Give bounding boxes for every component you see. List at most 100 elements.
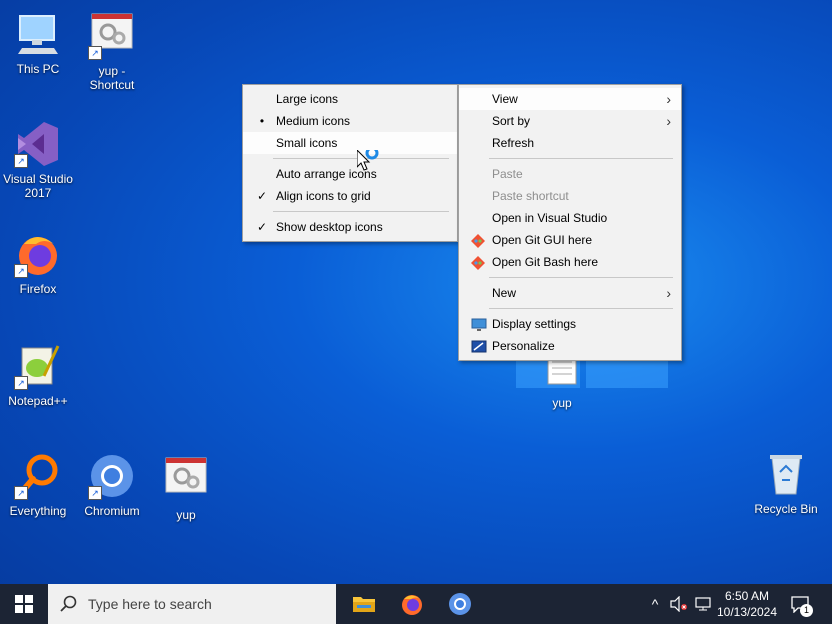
menu-separator [489, 308, 673, 309]
menu-separator [489, 158, 673, 159]
desktop-icon-label: 2017 [24, 186, 52, 200]
desktop-icon-label: Notepad++ [8, 394, 68, 408]
desktop-icon-notepadpp[interactable]: ↗ Notepad++ [0, 342, 76, 408]
desktop-icon-firefox[interactable]: ↗ Firefox [0, 230, 76, 296]
menu-item-small-icons[interactable]: Small icons [243, 132, 457, 154]
menu-item-label: Paste shortcut [492, 189, 569, 203]
shortcut-arrow-icon: ↗ [14, 486, 28, 500]
mouse-pointer-icon [356, 146, 387, 174]
menu-item-label: Large icons [276, 92, 339, 106]
menu-item-label: View [492, 92, 518, 106]
desktop-icon-label: Recycle Bin [754, 502, 818, 516]
shortcut-arrow-icon: ↗ [14, 376, 28, 390]
start-button[interactable] [0, 584, 48, 624]
menu-item-refresh[interactable]: Refresh [459, 132, 681, 154]
taskbar-file-explorer[interactable] [340, 584, 388, 624]
menu-item-personalize[interactable]: Personalize [459, 335, 681, 357]
taskbar-search-box[interactable]: Type here to search [48, 584, 336, 624]
menu-item-label: Personalize [492, 339, 555, 353]
menu-item-label: Open in Visual Studio [492, 211, 608, 225]
menu-item-open-in-visual-studio[interactable]: Open in Visual Studio [459, 207, 681, 229]
menu-item-label: Align icons to grid [276, 189, 371, 203]
menu-item-label: Display settings [492, 317, 577, 331]
visual-studio-icon: ↗ [14, 120, 62, 168]
menu-item-label: Paste [492, 167, 523, 181]
checkmark-icon: ✓ [256, 189, 268, 203]
menu-item-open-git-gui[interactable]: Open Git GUI here [459, 229, 681, 251]
clock[interactable]: 6:50 AM 10/13/2024 [714, 584, 780, 624]
show-hidden-icons-button[interactable]: ^ [646, 584, 664, 624]
menu-item-label: Medium icons [276, 114, 351, 128]
chromium-icon: ↗ [88, 452, 136, 500]
menu-item-align-to-grid[interactable]: ✓ Align icons to grid [243, 185, 457, 207]
menu-item-display-settings[interactable]: Display settings [459, 313, 681, 335]
desktop-icon-visual-studio[interactable]: ↗ Visual Studio 2017 [0, 120, 76, 200]
desktop-icon-label: Everything [9, 504, 67, 518]
clock-time: 6:50 AM [724, 589, 770, 603]
desktop-icon-label: Shortcut [89, 78, 135, 92]
menu-item-label: Sort by [492, 114, 531, 128]
search-placeholder: Type here to search [88, 596, 212, 612]
desktop-icon-label: yup [552, 396, 572, 410]
shortcut-arrow-icon: ↗ [88, 486, 102, 500]
shortcut-arrow-icon: ↗ [14, 264, 28, 278]
view-submenu: Large icons • Medium icons Small icons A… [242, 84, 458, 242]
shortcut-arrow-icon: ↗ [88, 46, 102, 60]
desktop-icon-label: Chromium [84, 504, 140, 518]
search-icon [60, 595, 77, 612]
volume-muted-icon[interactable] [668, 584, 690, 624]
desktop-context-menu: View › Sort by › Refresh Paste Paste sho… [458, 84, 682, 361]
magnifier-icon: ↗ [14, 452, 62, 500]
desktop-icon-yup[interactable]: yup [148, 456, 224, 522]
desktop-icon-label: Visual Studio [3, 172, 73, 186]
menu-item-label: Open Git Bash here [492, 255, 599, 269]
desktop-icon-yup-shortcut[interactable]: ↗ yup - Shortcut [74, 12, 150, 92]
chevron-right-icon: › [666, 285, 671, 301]
menu-item-paste[interactable]: Paste [459, 163, 681, 185]
chromium-icon [449, 593, 471, 615]
personalize-icon [471, 339, 487, 353]
display-icon [471, 317, 487, 331]
taskbar-chromium[interactable] [436, 584, 484, 624]
notification-count-badge: 1 [800, 604, 813, 617]
desktop-icon-recycle-bin[interactable]: Recycle Bin [748, 450, 824, 516]
desktop-icon-this-pc[interactable]: This PC [0, 10, 76, 76]
radio-dot-icon: • [259, 114, 265, 128]
firefox-icon: ↗ [14, 230, 62, 278]
menu-item-view[interactable]: View › [459, 88, 681, 110]
desktop-icon-label: This PC [16, 62, 60, 76]
menu-item-paste-shortcut[interactable]: Paste shortcut [459, 185, 681, 207]
chevron-right-icon: › [666, 91, 671, 107]
taskbar: Type here to search ^ 6:50 AM 10/13/2024… [0, 584, 832, 624]
chevron-right-icon: › [666, 113, 671, 129]
notifications-button[interactable]: 1 [784, 584, 816, 624]
desktop-icon-label: yup - [98, 64, 126, 78]
menu-item-sort-by[interactable]: Sort by › [459, 110, 681, 132]
menu-item-show-desktop-icons[interactable]: ✓ Show desktop icons [243, 216, 457, 238]
desktop-icon-label: Firefox [19, 282, 57, 296]
menu-item-large-icons[interactable]: Large icons [243, 88, 457, 110]
git-icon [471, 233, 485, 248]
menu-separator [273, 211, 449, 212]
shortcut-arrow-icon: ↗ [14, 154, 28, 168]
menu-item-new[interactable]: New › [459, 282, 681, 304]
menu-separator [489, 277, 673, 278]
windows-logo-icon [15, 595, 33, 613]
network-icon[interactable] [692, 584, 714, 624]
notepadpp-icon: ↗ [14, 342, 62, 390]
menu-item-medium-icons[interactable]: • Medium icons [243, 110, 457, 132]
folder-icon [353, 597, 375, 612]
menu-item-label: Small icons [276, 136, 338, 150]
firefox-icon [402, 595, 422, 615]
settings-app-icon [162, 456, 210, 504]
menu-item-label: Refresh [492, 136, 535, 150]
settings-app-icon: ↗ [88, 12, 136, 60]
menu-item-open-git-bash[interactable]: Open Git Bash here [459, 251, 681, 273]
taskbar-firefox[interactable] [388, 584, 436, 624]
desktop[interactable]: This PC ↗ yup - Shortcut ↗ Visual Studio… [0, 0, 832, 584]
desktop-icon-everything[interactable]: ↗ Everything [0, 452, 76, 518]
menu-item-auto-arrange[interactable]: Auto arrange icons [243, 163, 457, 185]
menu-item-label: New [492, 286, 517, 300]
computer-icon [14, 10, 62, 58]
desktop-icon-chromium[interactable]: ↗ Chromium [74, 452, 150, 518]
